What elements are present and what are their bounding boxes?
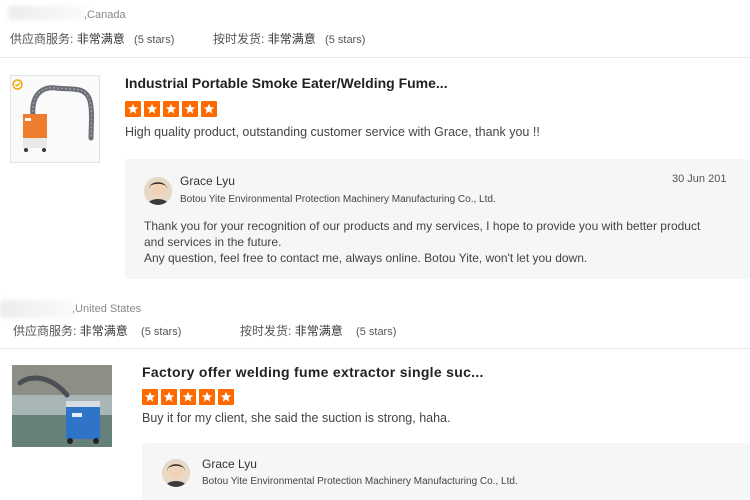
reply-date: 30 Jun 201 bbox=[672, 173, 727, 185]
reply-text-line: Thank you for your recognition of our pr… bbox=[144, 219, 701, 233]
product-title-link[interactable]: Factory offer welding fume extractor sin… bbox=[142, 364, 484, 380]
star-icon bbox=[161, 389, 177, 405]
supplier-service-label: 供应商服务: bbox=[13, 324, 77, 338]
star-icon bbox=[218, 389, 234, 405]
review-star-rating bbox=[142, 389, 234, 405]
reply-text: Thank you for your recognition of our pr… bbox=[144, 218, 744, 266]
supplier-service-stars: (5 stars) bbox=[141, 326, 182, 338]
supplier-service-stars: (5 stars) bbox=[134, 34, 175, 46]
star-icon bbox=[180, 389, 196, 405]
star-icon bbox=[201, 101, 217, 117]
product-title-link[interactable]: Industrial Portable Smoke Eater/Welding … bbox=[125, 75, 448, 91]
avatar bbox=[162, 459, 190, 487]
review-star-rating bbox=[125, 101, 217, 117]
buyer-country: ,Canada bbox=[84, 9, 126, 21]
reply-text-line: and services in the future. bbox=[144, 235, 282, 249]
reply-text-line: Any question, feel free to contact me, a… bbox=[144, 251, 588, 265]
star-icon bbox=[125, 101, 141, 117]
on-time-stars: (5 stars) bbox=[356, 326, 397, 338]
buyer-country: ,United States bbox=[72, 303, 142, 315]
star-icon bbox=[144, 101, 160, 117]
replier-name: Grace Lyu bbox=[202, 457, 257, 471]
section-divider bbox=[0, 348, 750, 349]
supplier-service-rating: 供应商服务: 非常满意 (5 stars) bbox=[13, 322, 181, 339]
star-icon bbox=[199, 389, 215, 405]
star-icon bbox=[142, 389, 158, 405]
on-time-value: 非常满意 bbox=[294, 324, 343, 338]
on-time-stars: (5 stars) bbox=[325, 34, 366, 46]
smoke-eater-image bbox=[11, 76, 99, 162]
avatar bbox=[144, 177, 172, 205]
supplier-service-value: 非常满意 bbox=[76, 32, 125, 46]
review-text: Buy it for my client, she said the sucti… bbox=[142, 411, 451, 425]
product-thumbnail[interactable] bbox=[10, 75, 100, 163]
supplier-reply: Grace Lyu Botou Yite Environmental Prote… bbox=[125, 159, 750, 279]
supplier-reply: Grace Lyu Botou Yite Environmental Prote… bbox=[142, 443, 750, 500]
on-time-label: 按时发货: bbox=[240, 324, 292, 338]
gold-supplier-badge-icon bbox=[12, 77, 23, 90]
review-text: High quality product, outstanding custom… bbox=[125, 125, 540, 139]
supplier-service-rating: 供应商服务: 非常满意 (5 stars) bbox=[10, 30, 174, 47]
on-time-value: 非常满意 bbox=[267, 32, 316, 46]
on-time-label: 按时发货: bbox=[213, 32, 265, 46]
star-icon bbox=[163, 101, 179, 117]
section-divider bbox=[0, 57, 750, 58]
replier-name: Grace Lyu bbox=[180, 174, 235, 188]
supplier-company-name: Botou Yite Environmental Protection Mach… bbox=[180, 194, 496, 205]
supplier-company-name: Botou Yite Environmental Protection Mach… bbox=[202, 476, 518, 487]
fume-extractor-image bbox=[12, 365, 112, 447]
buyer-name-redacted bbox=[0, 300, 74, 318]
on-time-shipment-rating: 按时发货: 非常满意 (5 stars) bbox=[213, 30, 365, 47]
star-icon bbox=[182, 101, 198, 117]
buyer-name-redacted bbox=[8, 6, 86, 20]
supplier-service-label: 供应商服务: bbox=[10, 32, 74, 46]
on-time-shipment-rating: 按时发货: 非常满意 (5 stars) bbox=[240, 322, 396, 339]
supplier-service-value: 非常满意 bbox=[79, 324, 128, 338]
product-thumbnail[interactable] bbox=[12, 365, 112, 447]
